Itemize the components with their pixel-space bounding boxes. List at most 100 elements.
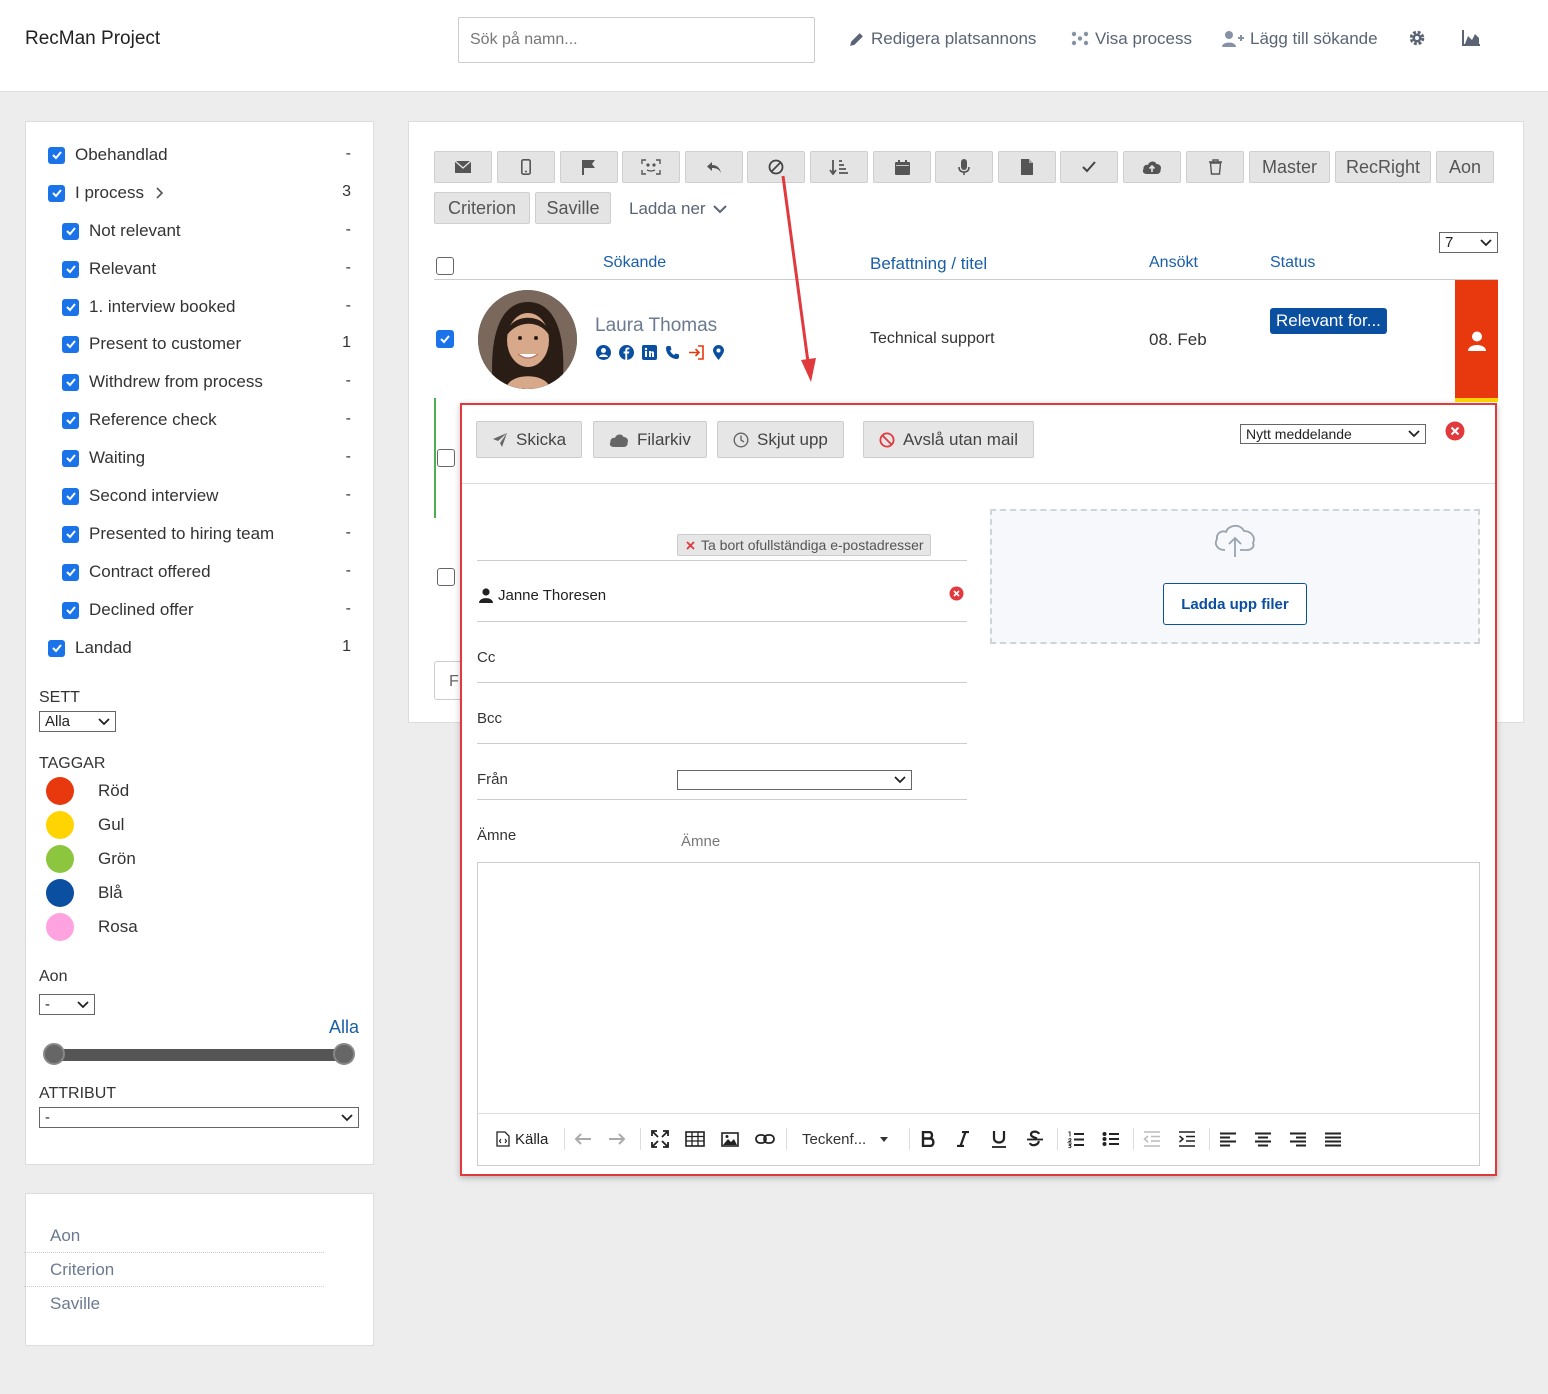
aon-button[interactable]: Aon (1436, 151, 1494, 183)
email-body-input[interactable] (478, 863, 1479, 1112)
row-checkbox-2[interactable] (437, 449, 455, 467)
filter-checkbox[interactable] (62, 260, 79, 278)
calendar-button[interactable] (873, 151, 931, 183)
settings-button[interactable] (1408, 29, 1426, 47)
undo-button[interactable] (574, 1126, 592, 1152)
page-size-select[interactable]: 7 (1439, 232, 1498, 253)
phone-icon[interactable] (665, 345, 680, 360)
align-center-button[interactable] (1254, 1126, 1272, 1152)
select-all-checkbox[interactable] (436, 257, 454, 275)
close-email-button[interactable] (1445, 421, 1465, 441)
avatar[interactable] (478, 290, 577, 389)
applicant-name[interactable]: Laura Thomas (595, 315, 717, 337)
delete-button[interactable] (1186, 151, 1244, 183)
tag-item[interactable]: Röd (46, 777, 129, 805)
filter-item[interactable]: Landad (48, 636, 132, 660)
master-button[interactable]: Master (1249, 151, 1330, 183)
postpone-button[interactable]: Skjut upp (717, 421, 844, 458)
from-select[interactable] (677, 770, 912, 790)
strikethrough-button[interactable] (1026, 1126, 1044, 1152)
bullet-list-button[interactable] (1102, 1126, 1120, 1152)
filter-checkbox[interactable] (62, 525, 79, 543)
justify-button[interactable] (1324, 1126, 1342, 1152)
aon-range-track[interactable] (46, 1049, 352, 1061)
tag-color-dot[interactable] (46, 845, 74, 873)
filter-item[interactable]: Reference check (62, 408, 217, 432)
saville-link[interactable]: Saville (24, 1287, 324, 1321)
filter-item[interactable]: Obehandlad (48, 143, 168, 167)
filter-item[interactable]: Relevant (62, 257, 156, 281)
reject-without-mail-button[interactable]: Avslå utan mail (863, 421, 1034, 458)
add-applicant-link[interactable]: Lägg till sökande (1222, 29, 1378, 49)
show-process-link[interactable]: Visa process (1071, 29, 1192, 49)
status-badge[interactable]: Relevant for... (1270, 308, 1387, 334)
align-right-button[interactable] (1289, 1126, 1307, 1152)
bold-button[interactable] (921, 1126, 935, 1152)
template-select[interactable]: Nytt meddelande (1240, 424, 1426, 444)
maximize-button[interactable] (651, 1126, 669, 1152)
recright-button[interactable]: RecRight (1335, 151, 1431, 183)
outdent-button[interactable] (1143, 1126, 1161, 1152)
filter-checkbox[interactable] (62, 298, 79, 316)
filter-item[interactable]: Contract offered (62, 560, 211, 584)
archive-button[interactable]: Filarkiv (593, 421, 707, 458)
saville-button[interactable]: Saville (535, 192, 611, 224)
filter-item[interactable]: Waiting (62, 446, 145, 470)
filter-item[interactable]: Withdrew from process (62, 370, 263, 394)
download-dropdown[interactable]: Ladda ner (629, 199, 727, 219)
numbered-list-button[interactable] (1067, 1126, 1085, 1152)
font-select[interactable]: Teckenf... (802, 1126, 889, 1152)
criterion-link[interactable]: Criterion (24, 1253, 324, 1287)
expand-chevron-icon[interactable] (156, 187, 164, 199)
aon-link[interactable]: Aon (24, 1219, 324, 1253)
filter-checkbox[interactable] (48, 639, 65, 657)
search-input[interactable] (458, 17, 815, 63)
tag-item[interactable]: Blå (46, 879, 123, 907)
filter-item[interactable]: Not relevant (62, 219, 181, 243)
filter-item[interactable]: 1. interview booked (62, 295, 235, 319)
filter-checkbox[interactable] (62, 563, 79, 581)
subject-input[interactable]: Ämne (681, 833, 720, 850)
filter-item[interactable]: Presented to hiring team (62, 522, 274, 546)
sett-select[interactable]: Alla (39, 711, 116, 732)
table-button[interactable] (685, 1126, 705, 1152)
approve-button[interactable] (1060, 151, 1118, 183)
linkedin-icon[interactable] (642, 345, 657, 360)
italic-button[interactable] (956, 1126, 970, 1152)
tag-item[interactable]: Rosa (46, 913, 138, 941)
tag-color-dot[interactable] (46, 777, 74, 805)
flag-button[interactable] (560, 151, 618, 183)
face-scan-button[interactable] (622, 151, 680, 183)
redo-button[interactable] (608, 1126, 626, 1152)
filter-checkbox[interactable] (62, 601, 79, 619)
aon-select[interactable]: - (39, 994, 95, 1015)
filter-item[interactable]: Declined offer (62, 598, 194, 622)
profile-icon[interactable] (596, 345, 611, 360)
image-button[interactable] (721, 1126, 739, 1152)
edit-ad-link[interactable]: Redigera platsannons (848, 29, 1036, 49)
send-button[interactable]: Skicka (476, 421, 583, 458)
filter-checkbox[interactable] (62, 335, 79, 353)
remove-recipient-button[interactable] (949, 586, 964, 601)
tag-color-dot[interactable] (46, 879, 74, 907)
applicant-card-tab[interactable] (1455, 280, 1498, 402)
cc-input[interactable] (677, 645, 967, 681)
microphone-button[interactable] (935, 151, 993, 183)
filter-item[interactable]: Present to customer (62, 332, 241, 356)
cloud-upload-button[interactable] (1123, 151, 1181, 183)
sign-in-icon[interactable] (688, 345, 705, 360)
underline-button[interactable] (991, 1126, 1007, 1152)
reply-button[interactable] (685, 151, 743, 183)
row-checkbox[interactable] (436, 330, 454, 348)
document-button[interactable] (998, 151, 1056, 183)
upload-files-button[interactable]: Ladda upp filer (1163, 583, 1307, 625)
range-max-handle[interactable] (333, 1043, 355, 1065)
align-left-button[interactable] (1219, 1126, 1237, 1152)
filter-checkbox[interactable] (48, 146, 65, 164)
range-min-handle[interactable] (43, 1043, 65, 1065)
facebook-icon[interactable] (619, 345, 634, 360)
filter-item[interactable]: Second interview (62, 484, 218, 508)
bcc-input[interactable] (677, 706, 967, 742)
source-button[interactable]: Källa (496, 1126, 548, 1152)
attribut-select[interactable]: - (39, 1107, 359, 1128)
